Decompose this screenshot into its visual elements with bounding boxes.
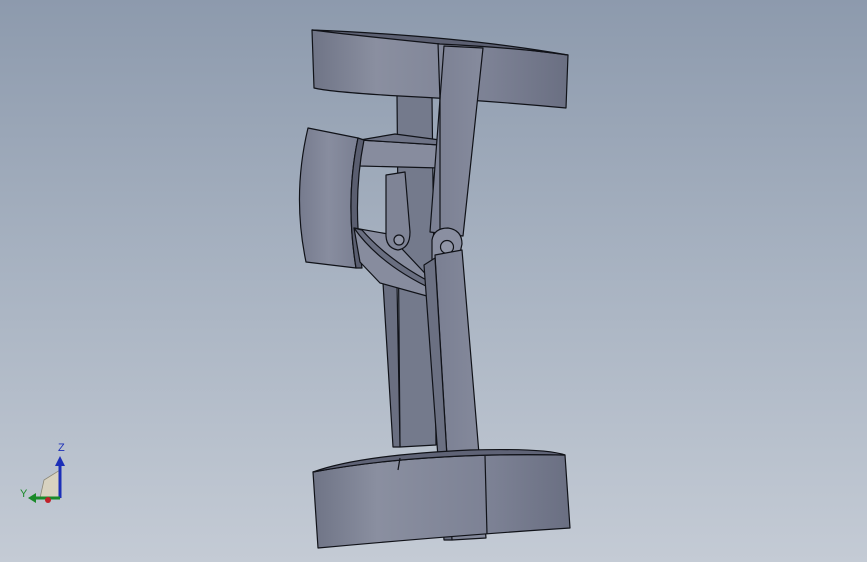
y-axis-label: Y bbox=[20, 488, 28, 500]
graphics-viewport[interactable]: Z Y bbox=[0, 0, 867, 562]
z-axis-label: Z bbox=[58, 442, 65, 454]
rear-hinge-plate bbox=[385, 171, 411, 251]
orientation-triad: Z Y bbox=[14, 440, 74, 510]
triad-plane-icon bbox=[39, 469, 62, 499]
knee-brace-model[interactable] bbox=[0, 0, 867, 562]
upper-cross-bar bbox=[359, 133, 441, 169]
x-axis-icon bbox=[45, 497, 51, 503]
knee-pad bbox=[298, 127, 365, 269]
lower-calf-band bbox=[312, 448, 571, 549]
